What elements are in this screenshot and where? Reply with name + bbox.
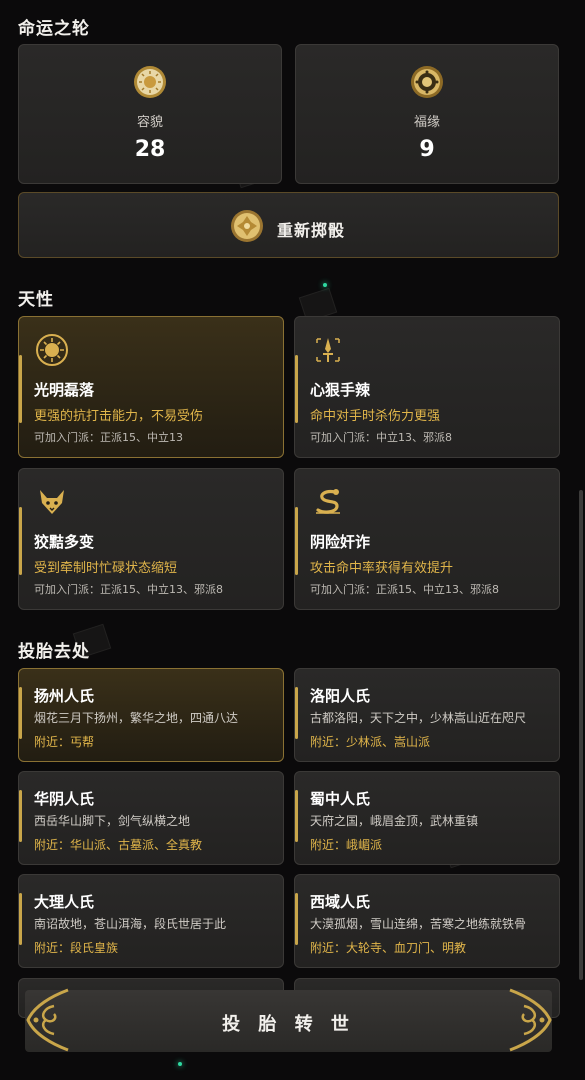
accent-bar	[295, 687, 298, 739]
trait-name: 狡黠多变	[34, 533, 95, 551]
trait-name: 阴险奸诈	[310, 533, 371, 551]
accent-bar	[295, 790, 298, 842]
trait-desc: 受到牵制时忙碌状态缩短	[34, 561, 178, 576]
origin-nearby: 附近：段氏皇族	[34, 941, 119, 955]
trait-card[interactable]: 光明磊落 更强的抗打击能力，不易受伤 可加入门派：正派15、中立13	[18, 316, 284, 458]
accent-bar	[295, 893, 298, 945]
origin-desc: 天府之国，峨眉金顶，武林重镇	[310, 814, 479, 828]
origin-name: 蜀中人氏	[310, 790, 371, 808]
compass-medal-icon	[411, 66, 443, 98]
stat-label: 福缘	[413, 115, 440, 130]
accent-bar	[19, 507, 22, 575]
origin-card[interactable]: 扬州人氏 烟花三月下扬州，繁华之地，四通八达 附近：丐帮	[18, 668, 284, 762]
sun-medal-icon	[134, 66, 166, 98]
origin-name: 华阴人氏	[34, 790, 95, 808]
stat-value: 9	[419, 137, 435, 162]
trait-desc: 更强的抗打击能力，不易受伤	[34, 409, 204, 424]
trait-desc: 攻击命中率获得有效提升	[310, 561, 454, 576]
origin-nearby: 附近：峨嵋派	[310, 838, 383, 852]
stat-label: 容貌	[136, 115, 163, 130]
accent-bar	[19, 355, 22, 423]
scrollbar[interactable]	[579, 490, 583, 980]
cloud-ornament-icon	[26, 988, 69, 1052]
trait-card[interactable]: 心狠手辣 命中对手时杀伤力更强 可加入门派：中立13、邪派8	[294, 316, 560, 458]
reroll-dice-button[interactable]: 重新掷骰	[18, 192, 559, 258]
fox-icon	[40, 490, 64, 514]
origin-desc: 古都洛阳，天下之中，少林嵩山近在咫尺	[310, 711, 527, 725]
origin-name: 西域人氏	[310, 893, 371, 911]
reroll-label: 重新掷骰	[277, 221, 346, 240]
reincarnate-label: 投 胎 转 世	[222, 1014, 355, 1035]
origin-card[interactable]: 华阴人氏 西岳华山脚下，剑气纵横之地 附近：华山派、古墓派、全真教	[18, 771, 284, 865]
trait-sects: 可加入门派：正派15、中立13	[34, 431, 183, 444]
dagger-icon	[316, 338, 340, 362]
fate-section-title: 命运之轮	[18, 19, 90, 39]
particle	[323, 283, 327, 287]
trait-name: 光明磊落	[34, 381, 95, 399]
trait-desc: 命中对手时杀伤力更强	[310, 409, 441, 424]
stat-card-appearance: 容貌 28	[18, 44, 282, 184]
reincarnate-button[interactable]: 投 胎 转 世	[25, 990, 552, 1052]
cloud-ornament-icon	[509, 988, 552, 1052]
origins-section-title: 投胎去处	[18, 642, 90, 662]
accent-bar	[295, 507, 298, 575]
trait-sects: 可加入门派：正派15、中立13、邪派8	[34, 583, 223, 596]
origin-nearby: 附近：大轮寺、血刀门、明教	[310, 941, 467, 955]
origin-card[interactable]: 西域人氏 大漠孤烟，雪山连绵，苦寒之地练就铁骨 附近：大轮寺、血刀门、明教	[294, 874, 560, 968]
origin-card[interactable]: 洛阳人氏 古都洛阳，天下之中，少林嵩山近在咫尺 附近：少林派、嵩山派	[294, 668, 560, 762]
coin-icon	[231, 210, 263, 242]
origin-nearby: 附近：丐帮	[34, 735, 95, 749]
trait-card[interactable]: 阴险奸诈 攻击命中率获得有效提升 可加入门派：正派15、中立13、邪派8	[294, 468, 560, 610]
trait-card[interactable]: 狡黠多变 受到牵制时忙碌状态缩短 可加入门派：正派15、中立13、邪派8	[18, 468, 284, 610]
snake-icon	[316, 489, 340, 514]
origin-card[interactable]: 蜀中人氏 天府之国，峨眉金顶，武林重镇 附近：峨嵋派	[294, 771, 560, 865]
trait-sects: 可加入门派：正派15、中立13、邪派8	[310, 583, 499, 596]
origin-nearby: 附近：少林派、嵩山派	[310, 735, 431, 749]
origin-desc: 大漠孤烟，雪山连绵，苦寒之地练就铁骨	[310, 917, 527, 931]
origin-desc: 西岳华山脚下，剑气纵横之地	[34, 814, 191, 828]
accent-bar	[19, 893, 22, 945]
origin-name: 洛阳人氏	[310, 687, 371, 705]
traits-section-title: 天性	[18, 290, 54, 310]
origin-card[interactable]: 大理人氏 南诏故地，苍山洱海，段氏世居于此 附近：段氏皇族	[18, 874, 284, 968]
origin-name: 扬州人氏	[34, 687, 95, 705]
particle	[178, 1062, 182, 1066]
accent-bar	[19, 790, 22, 842]
origin-nearby: 附近：华山派、古墓派、全真教	[34, 838, 203, 852]
origin-desc: 南诏故地，苍山洱海，段氏世居于此	[34, 917, 227, 931]
trait-sects: 可加入门派：中立13、邪派8	[310, 431, 452, 444]
stat-card-fortune: 福缘 9	[295, 44, 559, 184]
origin-desc: 烟花三月下扬州，繁华之地，四通八达	[34, 711, 239, 725]
trait-name: 心狠手辣	[310, 381, 371, 399]
origin-name: 大理人氏	[34, 893, 95, 911]
accent-bar	[295, 355, 298, 423]
stat-value: 28	[134, 137, 166, 162]
accent-bar	[19, 687, 22, 739]
sun-icon	[36, 334, 68, 366]
